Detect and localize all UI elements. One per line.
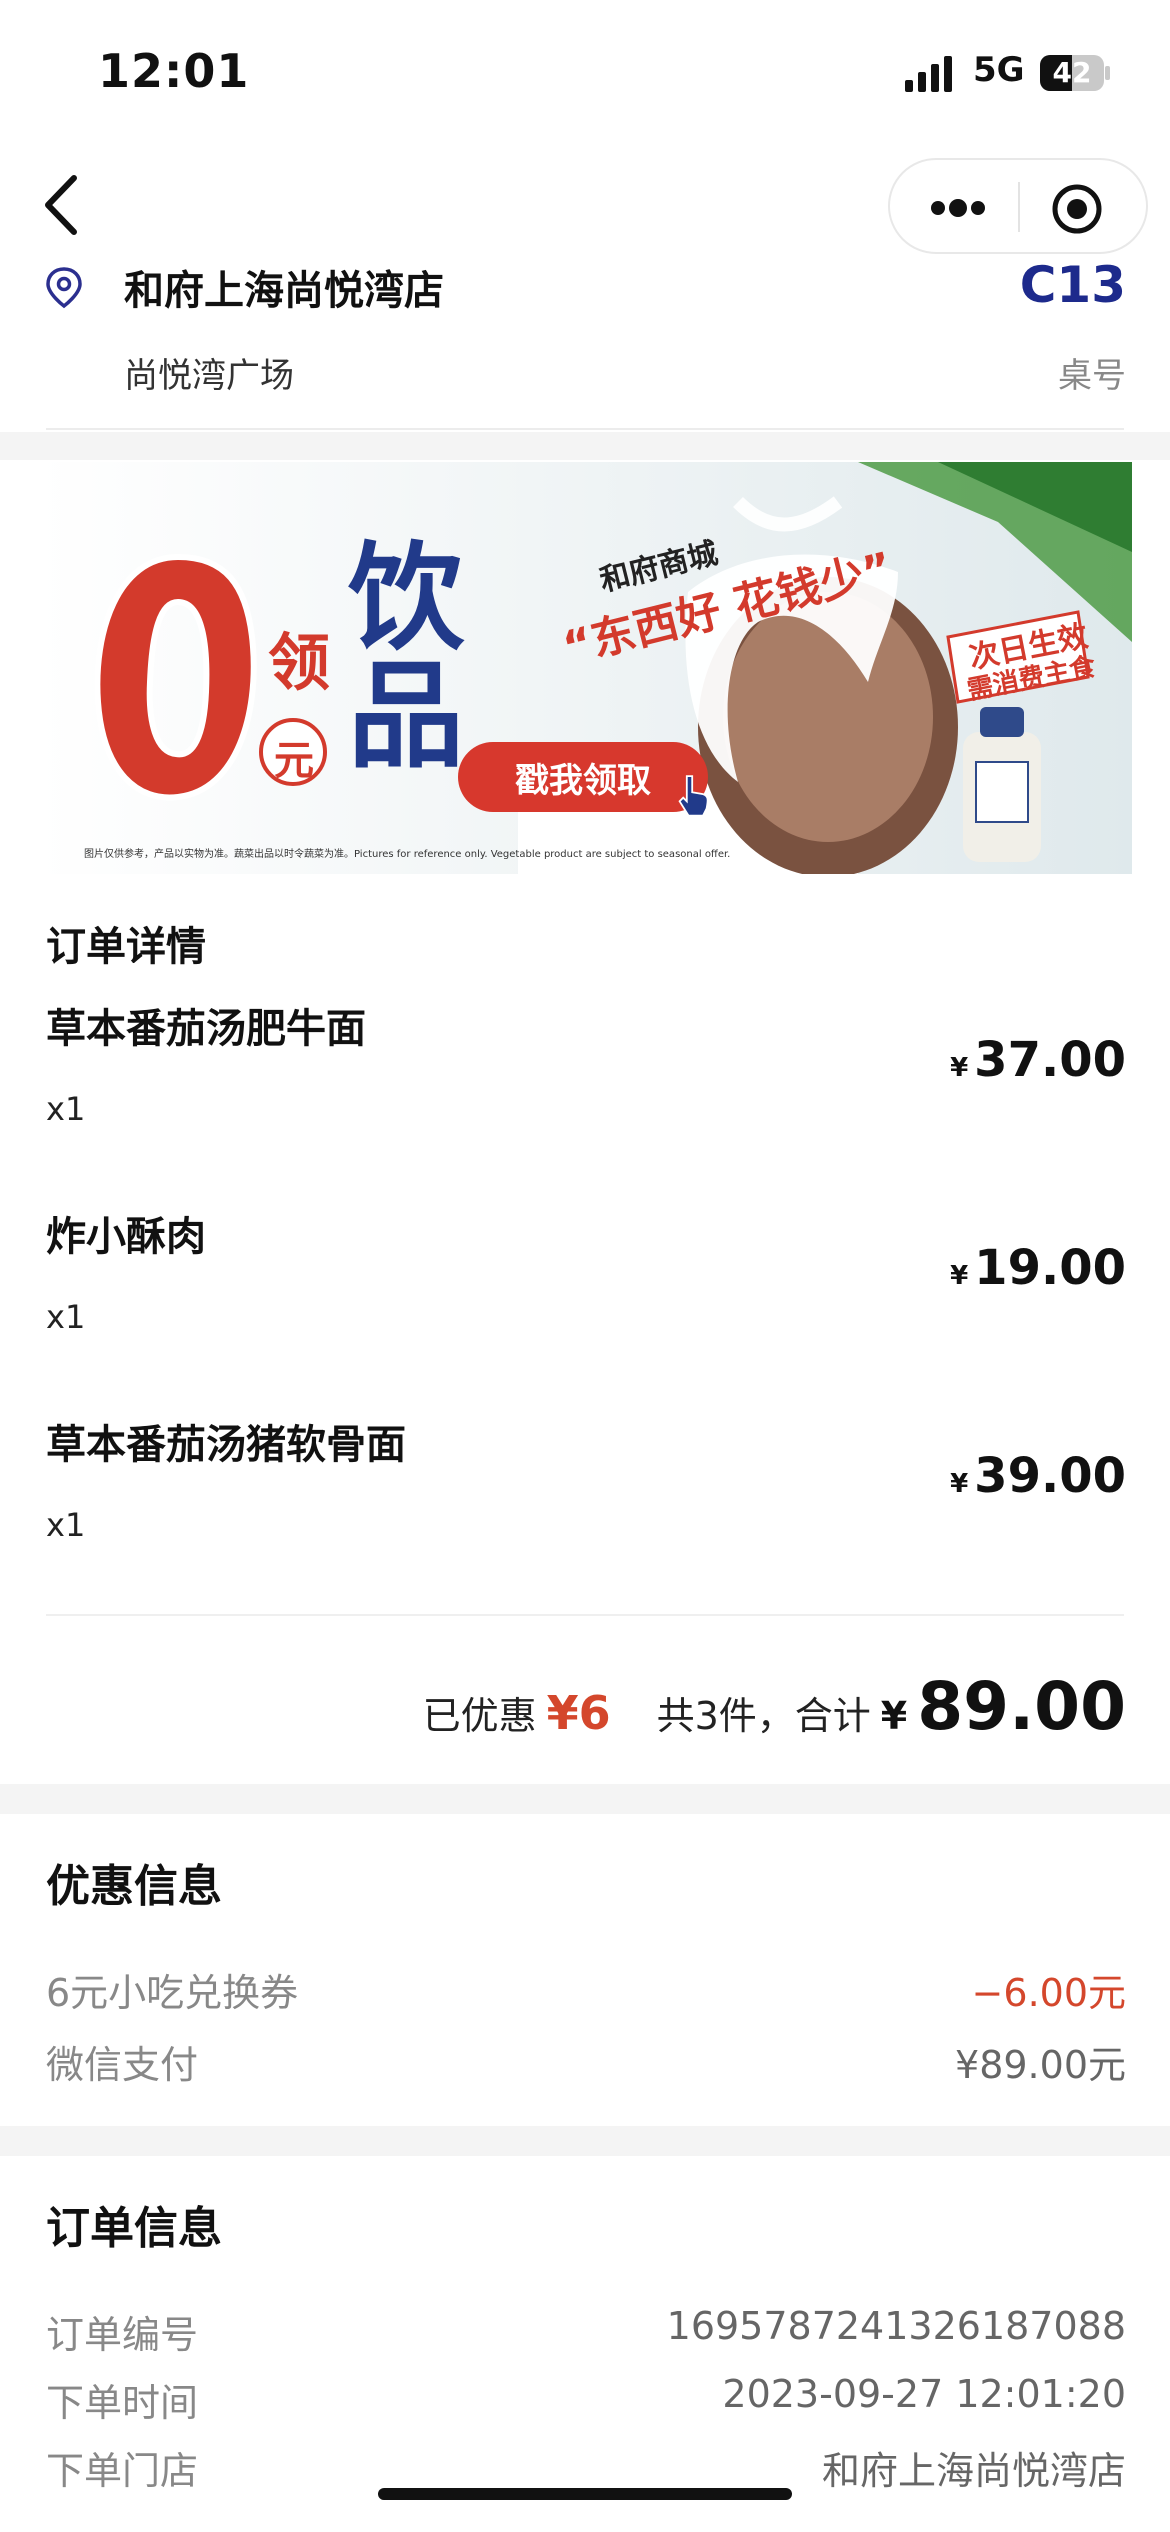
count-label: 共3件，合计: [656, 1694, 871, 1738]
claim-button[interactable]: 戳我领取: [458, 742, 708, 812]
home-indicator[interactable]: [378, 2488, 792, 2500]
currency-symbol: ¥: [950, 1261, 969, 1291]
capsule-divider: [1018, 182, 1020, 232]
item-name: 草本番茄汤猪软骨面: [46, 1422, 406, 1468]
order-number-label: 订单编号: [46, 2313, 199, 2357]
status-time: 12:01: [98, 44, 250, 98]
discounts-title: 优惠信息: [46, 1861, 222, 1912]
divider: [46, 428, 1124, 430]
discount-row-value: −6.00元: [971, 1971, 1126, 2015]
more-icon[interactable]: [928, 190, 988, 226]
item-price: ¥37.00: [950, 1032, 1126, 1088]
discount-value: ¥6: [546, 1686, 611, 1740]
order-time-value: 2023-09-27 12:01:20: [722, 2372, 1126, 2416]
item-name: 草本番茄汤肥牛面: [46, 1006, 366, 1052]
item-price-value: 37.00: [974, 1032, 1126, 1088]
banner-ling: 领: [268, 626, 331, 699]
section-gap: [0, 432, 1170, 460]
payment-row-value: ¥89.00元: [955, 2043, 1126, 2087]
close-target-icon[interactable]: [1050, 182, 1104, 236]
order-time-label: 下单时间: [46, 2381, 199, 2425]
banner-yuan: 元: [274, 738, 314, 784]
banner-fine-print: 图片仅供参考，产品以实物为准。蔬菜出品以时令蔬菜为准。Pictures for …: [84, 849, 731, 860]
battery-level: 42: [1052, 56, 1092, 89]
back-arrow-icon[interactable]: [38, 170, 84, 240]
table-label: 桌号: [1058, 356, 1126, 396]
banner-drink: 饮品: [348, 531, 464, 784]
section-gap: [0, 2126, 1170, 2156]
item-price: ¥39.00: [950, 1448, 1126, 1504]
order-store-value: 和府上海尚悦湾店: [821, 2449, 1126, 2493]
store-name: 和府上海尚悦湾店: [124, 268, 444, 314]
section-gap: [0, 1784, 1170, 1814]
pointer-hand-icon: [678, 775, 709, 817]
discount-row-label: 6元小吃兑换券: [46, 1971, 299, 2015]
battery-icon: 42: [1040, 55, 1110, 91]
store-subtitle: 尚悦湾广场: [124, 356, 294, 396]
item-price-value: 39.00: [974, 1448, 1126, 1504]
item-qty: x1: [46, 1298, 86, 1336]
total-amount: 89.00: [917, 1668, 1126, 1745]
location-pin-icon: [46, 267, 82, 309]
currency-symbol: ¥: [950, 1469, 969, 1499]
promo-banner[interactable]: 领 元 饮品 和府商城 “东西好 花钱少” 次日生效 需消费主食 戳我领取 图片…: [38, 462, 1132, 874]
table-number: C13: [1019, 256, 1126, 314]
payment-row-label: 微信支付: [46, 2043, 199, 2087]
item-name: 炸小酥肉: [46, 1214, 206, 1260]
total-currency: ¥: [880, 1694, 908, 1738]
order-details-title: 订单详情: [46, 924, 206, 970]
order-summary: 已优惠 ¥6 共3件，合计 ¥ 89.00: [423, 1668, 1126, 1745]
currency-symbol: ¥: [950, 1053, 969, 1083]
order-number-value[interactable]: 1695787241326187088: [667, 2304, 1126, 2348]
item-qty: x1: [46, 1506, 86, 1544]
order-info-title: 订单信息: [46, 2203, 222, 2254]
item-price-value: 19.00: [974, 1240, 1126, 1296]
signal-icon: [905, 56, 952, 92]
order-store-label: 下单门店: [46, 2449, 199, 2493]
network-label: 5G: [973, 50, 1025, 90]
item-price: ¥19.00: [950, 1240, 1126, 1296]
miniprogram-capsule: [888, 158, 1148, 254]
item-qty: x1: [46, 1090, 86, 1128]
discount-label: 已优惠: [422, 1694, 537, 1738]
divider: [46, 1614, 1124, 1616]
